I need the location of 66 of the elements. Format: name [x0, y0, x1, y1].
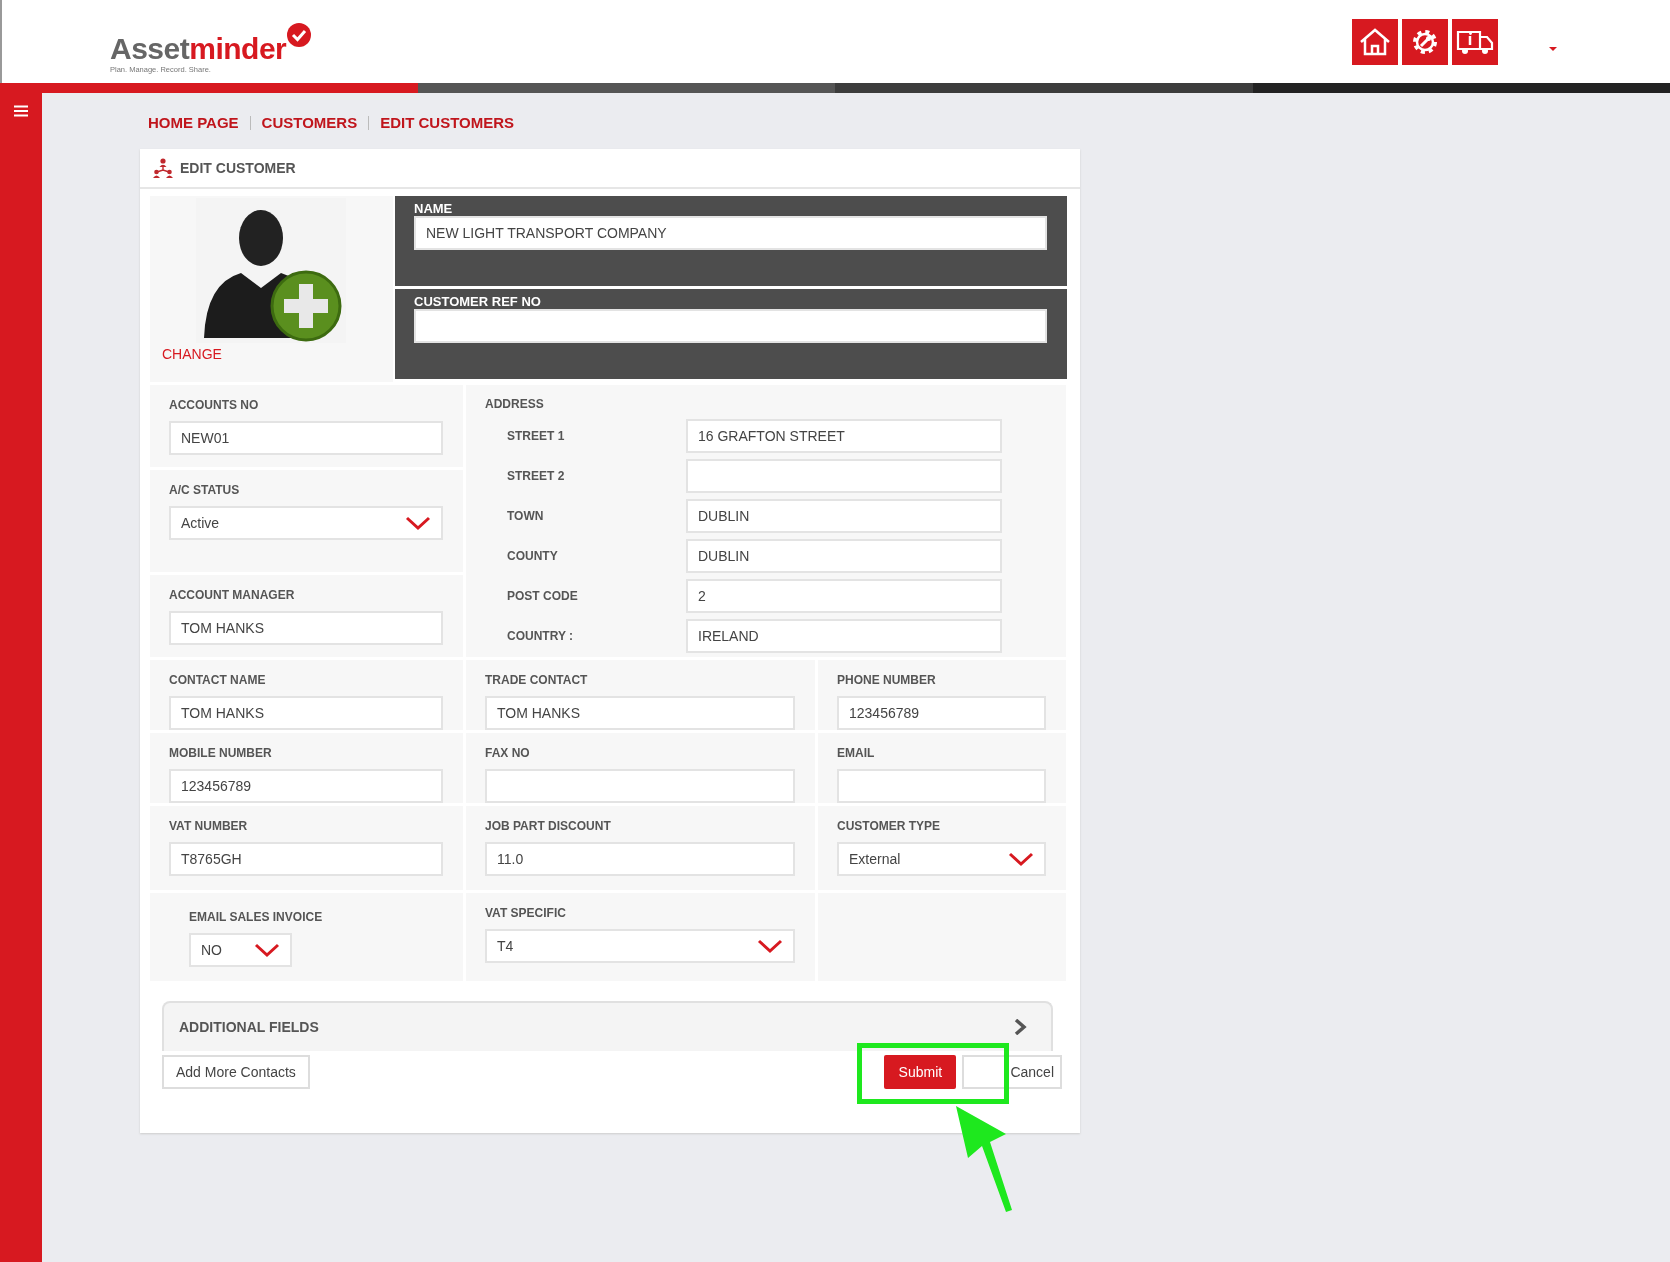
dropdown[interactable]: T4	[485, 929, 795, 963]
field-label: ACCOUNT MANAGER	[169, 588, 296, 602]
input-field[interactable]: 123456789	[169, 769, 443, 803]
chevron-down-icon	[757, 938, 783, 954]
field-label: TRADE CONTACT	[485, 673, 589, 687]
add-contacts-button[interactable]: Add More Contacts	[162, 1055, 310, 1089]
input-field[interactable]	[485, 769, 795, 803]
breadcrumb-link[interactable]: EDIT CUSTOMERS	[368, 116, 526, 130]
card-title: EDIT CUSTOMER	[180, 160, 296, 176]
field-label: ACCOUNTS NO	[169, 398, 260, 412]
field-label: STREET 1	[506, 429, 566, 443]
input-field[interactable]: 16 GRAFTON STREET	[686, 419, 1002, 453]
field-label: JOB PART DISCOUNT	[485, 819, 612, 833]
field-label: EMAIL	[837, 746, 876, 760]
breadcrumb-link[interactable]: HOME PAGE	[140, 116, 250, 130]
dropdown[interactable]: External	[837, 842, 1046, 876]
logo-wordmark: Assetminder	[110, 33, 287, 64]
dropdown[interactable]: Active	[169, 506, 443, 540]
field-label: VAT NUMBER	[169, 819, 249, 833]
input-field[interactable]: T8765GH	[169, 842, 443, 876]
field-label: VAT SPECIFIC	[485, 906, 567, 920]
settings-button[interactable]	[1402, 18, 1448, 65]
input-field[interactable]	[686, 459, 1002, 493]
input-field[interactable]: 123456789	[837, 696, 1046, 730]
dropdown-caret-icon[interactable]	[1548, 45, 1558, 52]
field-label: EMAIL SALES INVOICE	[189, 910, 324, 924]
input-field[interactable]: DUBLIN	[686, 539, 1002, 573]
truck-button[interactable]	[1452, 18, 1498, 65]
check-badge-icon	[286, 21, 312, 48]
input-field[interactable]: 11.0	[485, 842, 795, 876]
field-label: POST CODE	[506, 589, 579, 603]
additional-fields-bar[interactable]: ADDITIONAL FIELDS	[162, 1001, 1053, 1051]
field-label: CUSTOMER REF NO	[414, 295, 542, 309]
input-field[interactable]: 2	[686, 579, 1002, 613]
chevron-down-icon	[254, 942, 280, 958]
field-label: PHONE NUMBER	[837, 673, 937, 687]
change-photo-link[interactable]: CHANGE	[162, 346, 222, 362]
field-label: ADDRESS	[485, 397, 545, 411]
field-label: MOBILE NUMBER	[169, 746, 273, 760]
chevron-down-icon	[1008, 851, 1034, 867]
field-label: COUNTY	[506, 549, 559, 563]
input-field[interactable]	[414, 309, 1047, 343]
input-field[interactable]	[837, 769, 1046, 803]
field-label: CUSTOMER TYPE	[837, 819, 942, 833]
field-label: CONTACT NAME	[169, 673, 267, 687]
field-label: STREET 2	[506, 469, 566, 483]
home-button[interactable]	[1352, 18, 1398, 65]
submit-button[interactable]: Submit	[884, 1055, 957, 1089]
cancel-button[interactable]: Cancel	[962, 1055, 1062, 1089]
input-field[interactable]: NEW01	[169, 421, 443, 455]
field-label: A/C STATUS	[169, 483, 241, 497]
input-field[interactable]: TOM HANKS	[169, 696, 443, 730]
input-field[interactable]: DUBLIN	[686, 499, 1002, 533]
field-label: FAX NO	[485, 746, 531, 760]
input-field[interactable]: TOM HANKS	[169, 611, 443, 645]
organization-icon	[152, 157, 174, 179]
menu-icon[interactable]	[14, 105, 28, 117]
input-field[interactable]: TOM HANKS	[485, 696, 795, 730]
chevron-down-icon	[405, 515, 431, 531]
dropdown[interactable]: NO	[189, 933, 292, 967]
breadcrumb-link[interactable]: CUSTOMERS	[249, 116, 369, 130]
input-field[interactable]: IRELAND	[686, 619, 1002, 653]
field-label: NAME	[414, 202, 454, 216]
field-label: TOWN	[506, 509, 545, 523]
input-field[interactable]: NEW LIGHT TRANSPORT COMPANY	[414, 216, 1047, 250]
field-label: COUNTRY :	[506, 629, 574, 643]
